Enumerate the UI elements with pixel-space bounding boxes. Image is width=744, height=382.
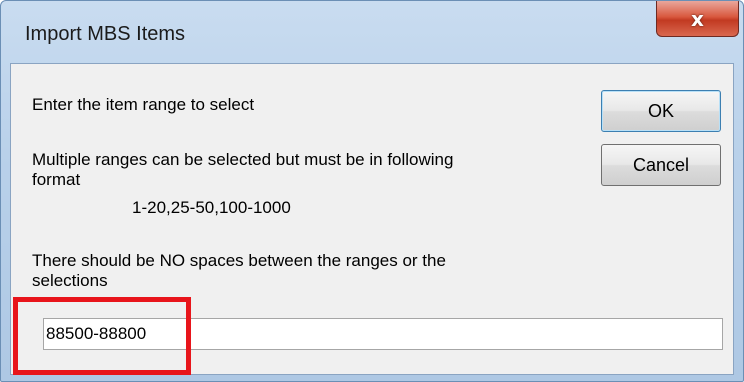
note-label-line1: There should be NO spaces between the ra… [32, 251, 446, 270]
instruction-label: Enter the item range to select [32, 95, 255, 114]
close-button[interactable]: x [656, 1, 739, 37]
format-label-line1: Multiple ranges can be selected but must… [32, 150, 454, 169]
format-label-line2: format [32, 170, 81, 189]
close-icon: x [691, 6, 704, 31]
range-input[interactable] [43, 318, 723, 350]
note-label-line2: selections [32, 271, 108, 290]
format-example: 1-20,25-50,100-1000 [132, 198, 291, 217]
dialog-body: Enter the item range to select Multiple … [10, 63, 734, 375]
import-mbs-items-dialog: Import MBS Items x Enter the item range … [0, 0, 744, 382]
dialog-title: Import MBS Items [25, 23, 186, 45]
cancel-button[interactable]: Cancel [601, 144, 721, 186]
ok-button[interactable]: OK [601, 90, 721, 132]
